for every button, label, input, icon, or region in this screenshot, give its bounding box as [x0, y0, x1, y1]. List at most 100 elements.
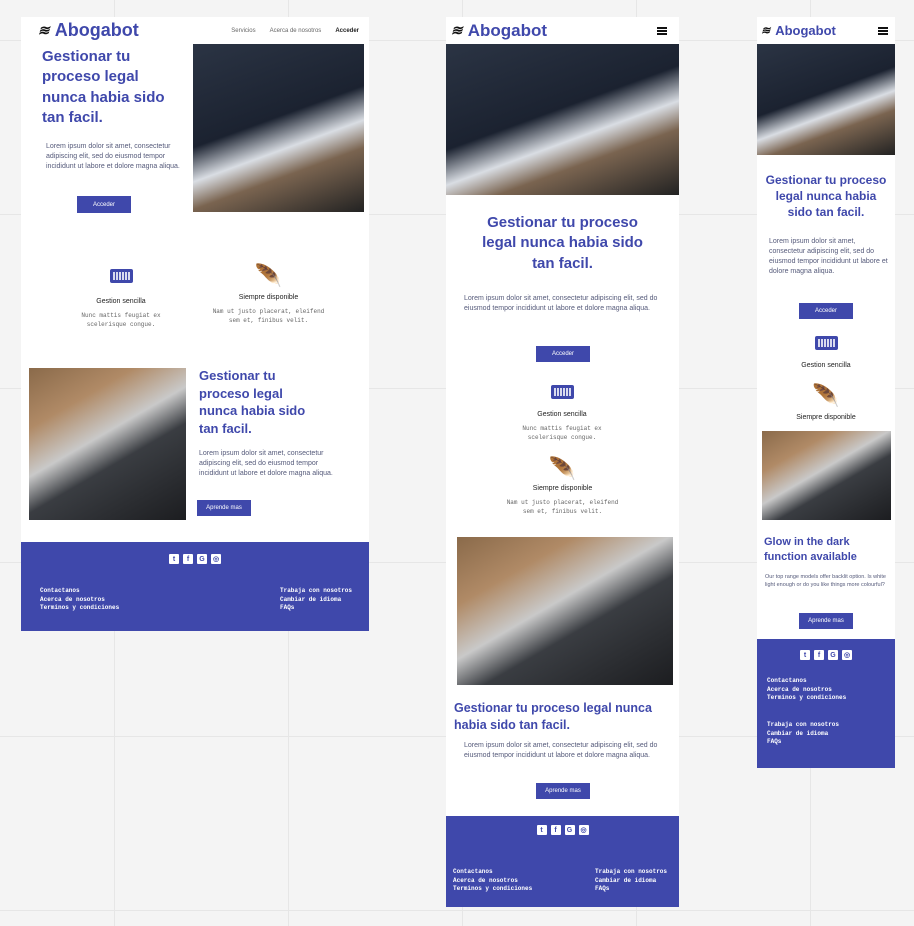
footer-link-faqs[interactable]: FAQs	[595, 885, 667, 894]
hero-body: Lorem ipsum dolor sit amet, consectetur …	[46, 143, 180, 171]
google-plus-icon[interactable]: G	[197, 554, 207, 564]
footer-link-language[interactable]: Cambiar de idioma	[767, 730, 839, 739]
footer: t f G ◎ Contactanos Acerca de nosotros Termin…	[757, 639, 895, 768]
hero-body: Lorem ipsum dolor sit amet, consectetur …	[464, 295, 658, 313]
instagram-icon[interactable]: ◎	[578, 825, 589, 835]
feather-icon: 🪶	[254, 263, 283, 288]
feature-desc: Nam ut justo placerat, eleifend sem et, …	[212, 308, 325, 324]
section2-body: Lorem ipsum dolor sit amet, consectetur …	[199, 450, 333, 478]
section2-title: Glow in the dark function available	[764, 536, 857, 563]
footer-link-jobs[interactable]: Trabaja con nosotros	[280, 587, 352, 596]
footer-link-contact[interactable]: Contactanos	[453, 868, 532, 877]
social-links: t f G ◎	[21, 554, 369, 564]
hero-image	[757, 44, 895, 155]
footer: t f G ◎ Contactanos Acerca de nosotros Termin…	[446, 816, 679, 907]
section2-learn-more-button[interactable]: Aprende mas	[197, 500, 251, 516]
footer-link-faqs[interactable]: FAQs	[280, 604, 352, 613]
footer-link-contact[interactable]: Contactanos	[40, 587, 119, 596]
section2-title: Gestionar tu proceso legal nunca habia s…	[199, 368, 306, 436]
hero-login-button[interactable]: Acceder	[799, 303, 853, 319]
social-links: t f G ◎	[757, 650, 895, 660]
hero-image	[446, 44, 679, 195]
feature-desc: Nunc mattis feugiat ex scelerisque congu…	[81, 312, 161, 328]
nav-login[interactable]: Acceder	[335, 28, 359, 34]
hero-title: Gestionar tu proceso legal nunca habia s…	[42, 48, 165, 126]
logo-icon: ≋	[760, 25, 773, 37]
section2-image	[29, 368, 186, 520]
section2-learn-more-button[interactable]: Aprende mas	[799, 613, 853, 629]
menu-icon[interactable]	[878, 26, 888, 35]
feature-item: 🪶 Siempre disponible	[771, 383, 881, 422]
brand-name: Abogabot	[54, 20, 139, 40]
footer-link-language[interactable]: Cambiar de idioma	[595, 877, 667, 886]
footer: t f G ◎ Contactanos Acerca de nosotros Termin…	[21, 542, 369, 631]
tablet-frame: ≋ Abogabot Gestionar tu proceso legal nun…	[446, 17, 679, 907]
feature-title: Gestion sencilla	[96, 298, 146, 305]
keyboard-icon	[109, 269, 133, 283]
feature-title: Gestion sencilla	[801, 362, 851, 369]
feature-title: Siempre disponible	[532, 485, 593, 492]
logo[interactable]: ≋ Abogabot	[36, 20, 139, 41]
brand-name: Abogabot	[775, 23, 836, 38]
footer-link-about[interactable]: Acerca de nosotros	[40, 596, 119, 605]
feature-title: Gestion sencilla	[537, 411, 587, 418]
footer-link-contact[interactable]: Contactanos	[767, 677, 846, 686]
logo[interactable]: ≋ Abogabot	[450, 20, 548, 41]
nav-services[interactable]: Servicios	[231, 28, 255, 34]
header: ≋ Abogabot	[757, 17, 895, 44]
header: ≋ Abogabot Servicios Acerca de nosotros A…	[21, 17, 369, 44]
footer-link-terms[interactable]: Terminos y condiciones	[767, 694, 846, 703]
feather-icon: 🪶	[812, 383, 840, 408]
instagram-icon[interactable]: ◎	[211, 554, 221, 564]
keyboard-icon	[550, 385, 574, 399]
social-links: t f G ◎	[446, 825, 679, 835]
feature-desc: Nam ut justo placerat, eleifend sem et, …	[506, 499, 619, 515]
feature-item: 🪶 Siempre disponible Nam ut justo placer…	[206, 265, 331, 325]
hero-login-button[interactable]: Acceder	[77, 196, 131, 213]
logo[interactable]: ≋ Abogabot	[760, 23, 836, 38]
hero-image	[193, 44, 364, 212]
footer-link-about[interactable]: Acerca de nosotros	[453, 877, 532, 886]
header: ≋ Abogabot	[446, 17, 679, 44]
feature-title: Siempre disponible	[796, 414, 856, 421]
feature-item: Gestion sencilla	[776, 336, 876, 369]
facebook-icon[interactable]: f	[814, 650, 824, 660]
footer-link-jobs[interactable]: Trabaja con nosotros	[767, 721, 839, 730]
menu-icon[interactable]	[657, 26, 667, 35]
hero-login-button[interactable]: Acceder	[536, 346, 590, 362]
facebook-icon[interactable]: f	[550, 825, 561, 835]
footer-link-terms[interactable]: Terminos y condiciones	[453, 885, 532, 894]
google-plus-icon[interactable]: G	[828, 650, 838, 660]
nav-about[interactable]: Acerca de nosotros	[270, 28, 322, 34]
footer-link-terms[interactable]: Terminos y condiciones	[40, 604, 119, 613]
feature-desc: Nunc mattis feugiat ex scelerisque congu…	[522, 425, 602, 441]
logo-icon: ≋	[36, 22, 54, 38]
footer-link-jobs[interactable]: Trabaja con nosotros	[595, 868, 667, 877]
feature-title: Siempre disponible	[238, 294, 299, 301]
twitter-icon[interactable]: t	[536, 825, 547, 835]
twitter-icon[interactable]: t	[800, 650, 810, 660]
footer-link-about[interactable]: Acerca de nosotros	[767, 686, 846, 695]
brand-name: Abogabot	[467, 20, 548, 40]
desktop-frame: ≋ Abogabot Servicios Acerca de nosotros A…	[21, 17, 369, 631]
facebook-icon[interactable]: f	[183, 554, 193, 564]
footer-col1: Contactanos Acerca de nosotros Terminos y …	[40, 587, 119, 613]
footer-col2: Trabaja con nosotros Cambiar de idioma FAQ…	[280, 587, 352, 613]
section2-body: Our top range models offer backlit optio…	[765, 574, 886, 588]
keyboard-icon	[814, 336, 838, 350]
footer-col1: Contactanos Acerca de nosotros Terminos y …	[767, 677, 846, 703]
footer-link-faqs[interactable]: FAQs	[767, 738, 839, 747]
feature-item: Gestion sencilla Nunc mattis feugiat ex …	[71, 269, 171, 329]
hero-title: Gestionar tu proceso legal nunca habia s…	[482, 214, 643, 272]
mobile-frame: ≋ Abogabot Gestionar tu proceso legal nun…	[757, 17, 895, 768]
google-plus-icon[interactable]: G	[564, 825, 575, 835]
hero-body: Lorem ipsum dolor sit amet, consectetur …	[769, 238, 888, 276]
hero-title: Gestionar tu proceso legal nunca habia s…	[765, 173, 887, 220]
footer-col1: Contactanos Acerca de nosotros Terminos y …	[453, 868, 532, 894]
footer-link-language[interactable]: Cambiar de idioma	[280, 596, 352, 605]
twitter-icon[interactable]: t	[169, 554, 179, 564]
instagram-icon[interactable]: ◎	[842, 650, 852, 660]
feature-item: 🪶 Siempre disponible Nam ut justo placer…	[501, 458, 624, 516]
footer-col2: Trabaja con nosotros Cambiar de idioma FAQ…	[767, 721, 839, 747]
section2-learn-more-button[interactable]: Aprende mas	[536, 783, 590, 799]
